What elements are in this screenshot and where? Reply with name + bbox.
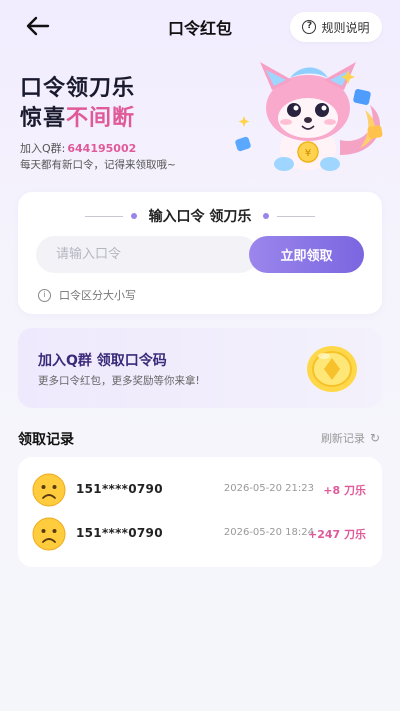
code-input[interactable] — [36, 236, 258, 273]
claim-button[interactable]: 立即领取 — [249, 236, 364, 273]
dot-decoration — [263, 213, 270, 219]
header: 口令红包 ? 规则说明 — [0, 0, 400, 52]
record-amount: +247 刀乐 — [307, 528, 366, 541]
qq-group-number[interactable]: 644195002 — [67, 142, 136, 155]
page: 口令红包 ? 规则说明 口令领刀乐 惊喜不间断 加入Q群: 644195002 每… — [0, 0, 400, 711]
redeem-heading-text: 输入口令 领刀乐 — [148, 209, 252, 225]
qq-group-label: 加入Q群: — [20, 142, 66, 155]
join-group-title: 加入Q群 领取口令码 — [38, 353, 167, 369]
records-title: 领取记录 — [18, 432, 74, 448]
fox-mascot-illustration: ¥ — [235, 62, 383, 171]
hero-subtitle-accent: 不间断 — [66, 106, 136, 131]
record-time: 2026-05-20 18:24 — [223, 527, 314, 538]
refresh-label: 刷新记录 — [320, 432, 365, 445]
refresh-icon: ↻ — [369, 431, 380, 445]
record-user: 151****0790 — [76, 482, 163, 496]
list-item: 151****0790 2026-05-20 21:23 +8 刀乐 — [18, 468, 382, 512]
sad-face-icon — [32, 517, 66, 551]
info-icon: i — [38, 288, 51, 302]
sad-face-icon — [32, 473, 66, 507]
dot-decoration — [130, 213, 137, 219]
list-item: 151****0790 2026-05-20 18:24 +247 刀乐 — [18, 512, 382, 556]
join-group-subtitle: 更多口令红包，更多奖励等你来拿! — [38, 375, 200, 387]
divider — [277, 215, 316, 217]
record-time: 2026-05-20 21:23 — [223, 483, 314, 494]
divider — [84, 215, 123, 217]
rules-button[interactable]: ? 规则说明 — [290, 12, 382, 42]
qq-group-line: 加入Q群: 644195002 — [20, 140, 136, 156]
join-group-banner[interactable]: 加入Q群 领取口令码 更多口令红包，更多奖励等你来拿! — [18, 328, 382, 408]
record-amount: +8 刀乐 — [323, 484, 366, 497]
record-user: 151****0790 — [76, 526, 163, 540]
redeem-heading: 输入口令 领刀乐 — [18, 206, 382, 226]
rules-label: 规则说明 — [321, 20, 370, 35]
hero-subtitle: 惊喜不间断 — [20, 100, 135, 132]
hero-title: 口令领刀乐 — [20, 76, 136, 101]
refresh-records-button[interactable]: 刷新记录 ↻ — [321, 430, 380, 446]
gold-coin-icon — [307, 346, 357, 392]
svg-text:¥: ¥ — [305, 148, 311, 159]
hero-subtitle-prefix: 惊喜 — [20, 106, 67, 131]
case-note-text: 口令区分大小写 — [59, 289, 136, 302]
case-sensitive-note: i 口令区分大小写 — [38, 287, 136, 303]
records-list: 151****0790 2026-05-20 21:23 +8 刀乐 151**… — [18, 457, 382, 567]
hero-description: 每天都有新口令，记得来领取哦~ — [20, 159, 176, 171]
redeem-card: 输入口令 领刀乐 立即领取 i 口令区分大小写 — [18, 192, 382, 314]
question-circle-icon: ? — [302, 20, 317, 34]
